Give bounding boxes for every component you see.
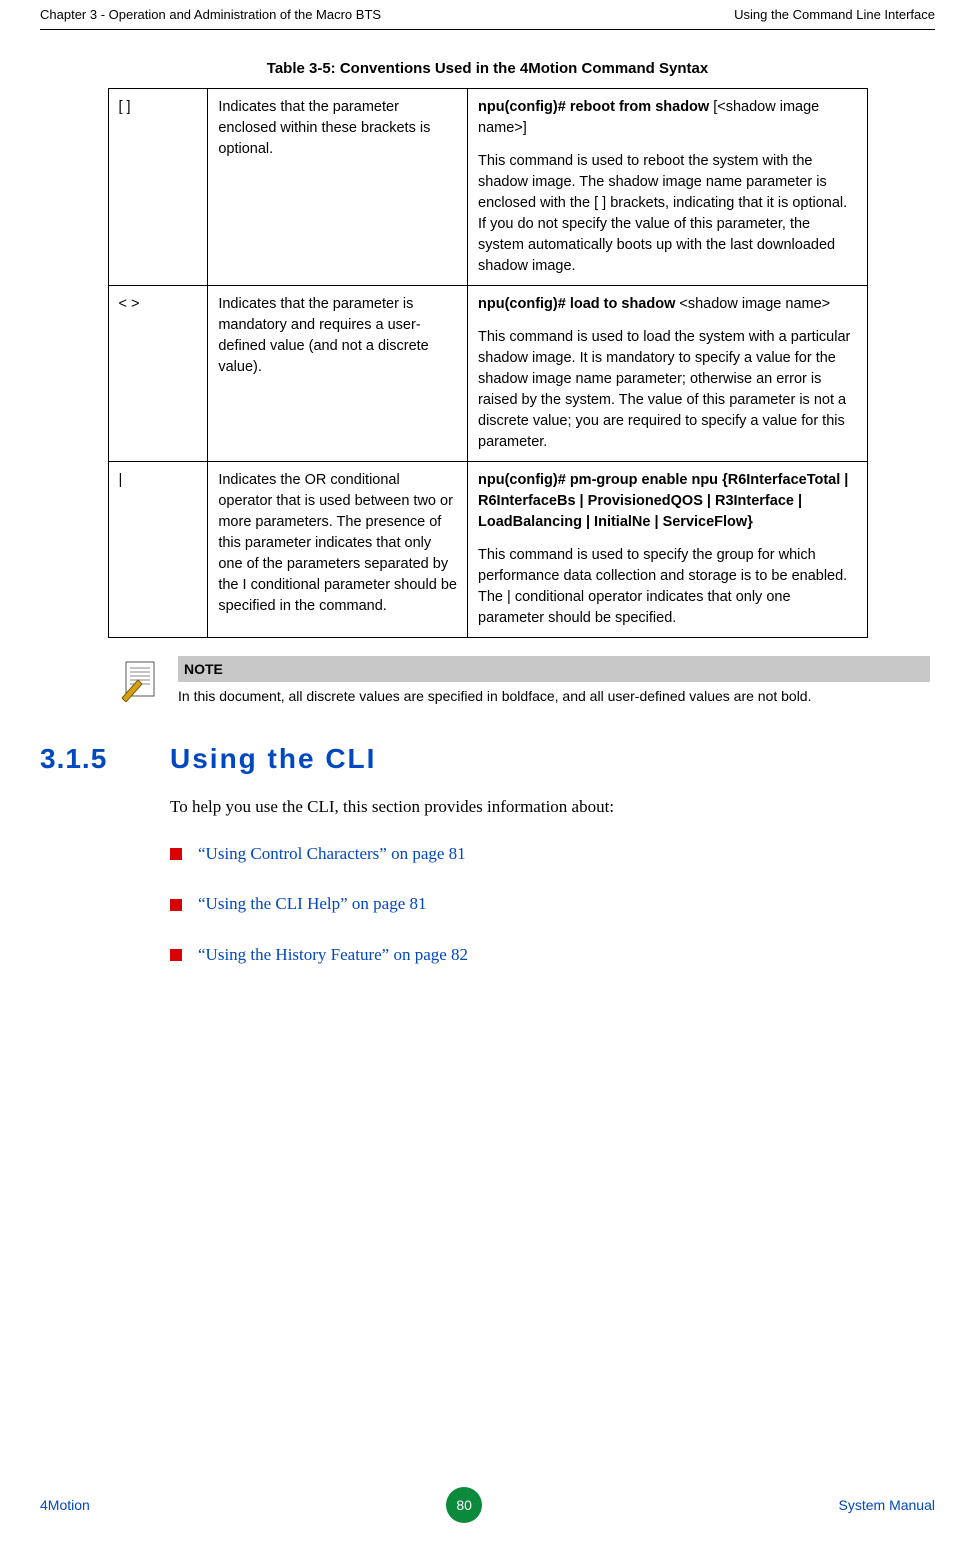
example-cell: npu(config)# load to shadow <shadow imag… <box>468 285 867 461</box>
footer-left: 4Motion <box>40 1495 90 1515</box>
section-links-list: “Using Control Characters” on page 81 “U… <box>170 842 930 968</box>
note-block: NOTE In this document, all discrete valu… <box>120 656 930 707</box>
cross-reference-link[interactable]: “Using the CLI Help” on page 81 <box>198 892 427 917</box>
note-icon <box>120 658 164 702</box>
cross-reference-link[interactable]: “Using Control Characters” on page 81 <box>198 842 466 867</box>
section-title: Using the CLI <box>170 739 376 780</box>
example-cell: npu(config)# reboot from shadow [<shadow… <box>468 88 867 285</box>
syntax-conventions-table: [ ] Indicates that the parameter enclose… <box>108 88 868 638</box>
example-text: This command is used to load the system … <box>478 327 856 453</box>
bullet-icon <box>170 899 182 911</box>
footer-right: System Manual <box>839 1495 935 1515</box>
list-item: “Using the History Feature” on page 82 <box>170 943 930 968</box>
section-intro: To help you use the CLI, this section pr… <box>170 795 930 820</box>
table-row: [ ] Indicates that the parameter enclose… <box>108 88 867 285</box>
table-caption: Table 3-5: Conventions Used in the 4Moti… <box>108 58 868 80</box>
bullet-icon <box>170 848 182 860</box>
list-item: “Using Control Characters” on page 81 <box>170 842 930 867</box>
description-cell: Indicates the OR conditional operator th… <box>208 461 468 637</box>
example-text: This command is used to specify the grou… <box>478 545 856 629</box>
section-heading: 3.1.5 Using the CLI <box>40 739 935 780</box>
list-item: “Using the CLI Help” on page 81 <box>170 892 930 917</box>
example-text: This command is used to reboot the syste… <box>478 151 856 277</box>
page-footer: 4Motion 80 System Manual <box>40 1487 935 1523</box>
note-text: In this document, all discrete values ar… <box>178 686 930 706</box>
table-row: | Indicates the OR conditional operator … <box>108 461 867 637</box>
example-param: <shadow image name> <box>675 296 830 312</box>
cross-reference-link[interactable]: “Using the History Feature” on page 82 <box>198 943 468 968</box>
table-row: < > Indicates that the parameter is mand… <box>108 285 867 461</box>
description-cell: Indicates that the parameter is mandator… <box>208 285 468 461</box>
bullet-icon <box>170 949 182 961</box>
example-command: npu(config)# load to shadow <box>478 296 675 312</box>
description-cell: Indicates that the parameter enclosed wi… <box>208 88 468 285</box>
symbol-cell: | <box>108 461 208 637</box>
example-command: npu(config)# pm-group enable npu <box>478 472 718 488</box>
example-command: npu(config)# reboot from shadow <box>478 99 709 115</box>
section-number: 3.1.5 <box>40 739 130 780</box>
header-left: Chapter 3 - Operation and Administration… <box>40 6 381 25</box>
page-header: Chapter 3 - Operation and Administration… <box>40 0 935 30</box>
header-right: Using the Command Line Interface <box>734 6 935 25</box>
note-title: NOTE <box>178 656 930 682</box>
example-cell: npu(config)# pm-group enable npu {R6Inte… <box>468 461 867 637</box>
page-number-badge: 80 <box>446 1487 482 1523</box>
symbol-cell: [ ] <box>108 88 208 285</box>
symbol-cell: < > <box>108 285 208 461</box>
